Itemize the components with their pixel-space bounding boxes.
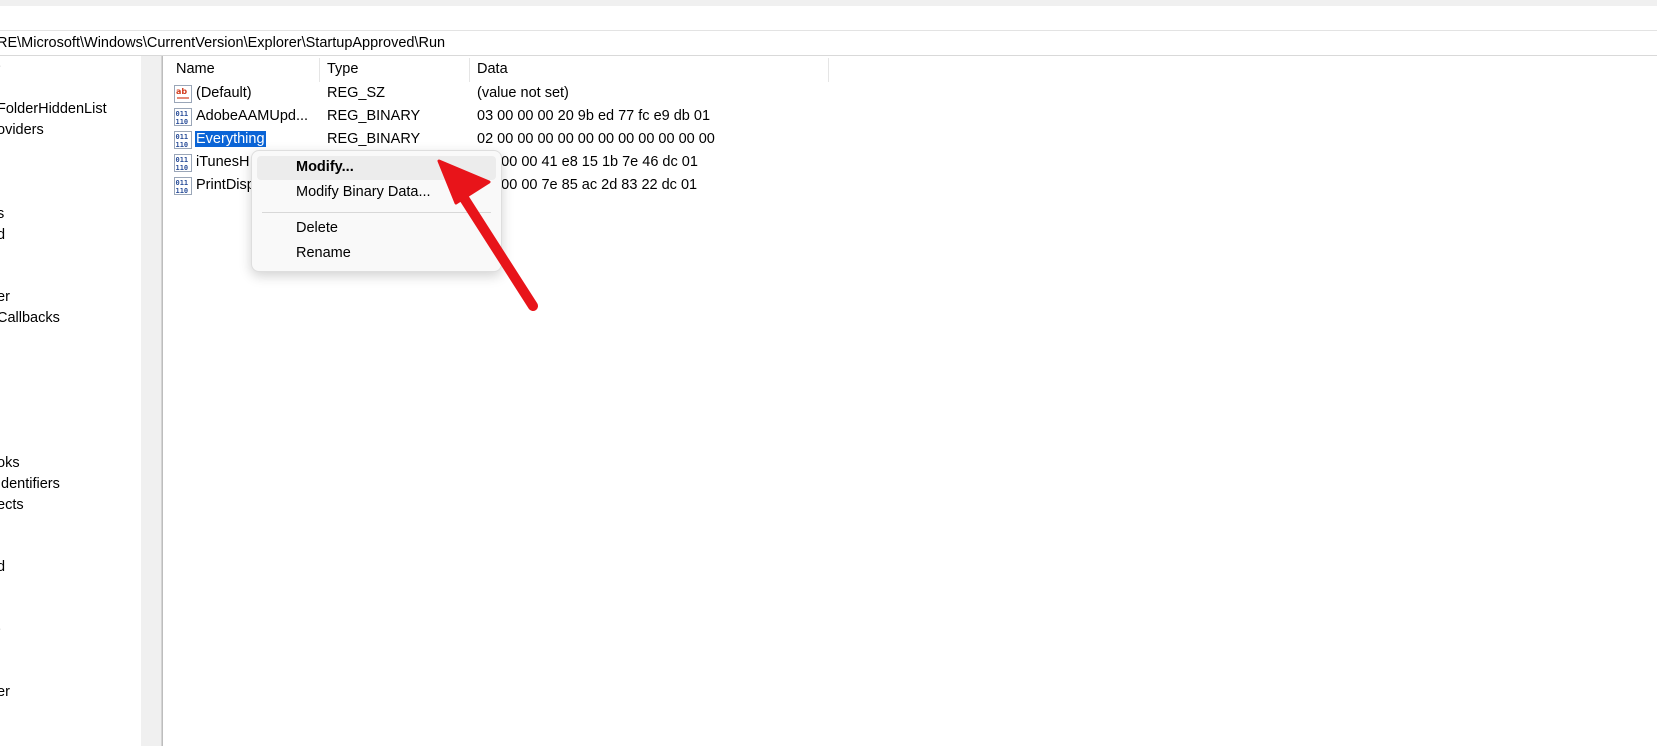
context-menu: Modify... Modify Binary Data... Delete R… xyxy=(251,150,502,272)
svg-text:110: 110 xyxy=(176,141,189,149)
menu-item-rename[interactable]: Rename xyxy=(257,242,496,266)
column-header-label: Type xyxy=(327,61,359,77)
value-data: 03 00 00 00 20 9b ed 77 fc e9 db 01 xyxy=(477,108,711,124)
menu-item-label: Modify... xyxy=(296,159,354,175)
menu-item-modify-binary-data[interactable]: Modify Binary Data... xyxy=(257,181,496,205)
value-type: REG_BINARY xyxy=(327,108,421,124)
svg-text:110: 110 xyxy=(176,118,189,126)
list-item-selected[interactable]: 011 110 Everything REG_BINARY 02 00 00 0… xyxy=(169,128,869,152)
column-header-label: Name xyxy=(176,61,215,77)
tree-item[interactable]: oks xyxy=(0,455,20,471)
svg-text:110: 110 xyxy=(176,187,189,195)
tree-item[interactable]: er xyxy=(0,684,10,700)
value-data: (value not set) xyxy=(477,85,569,101)
tree-item[interactable]: FolderHiddenList xyxy=(0,101,107,117)
tree-item[interactable]: oviders xyxy=(0,122,44,138)
address-bar[interactable]: RE\Microsoft\Windows\CurrentVersion\Expl… xyxy=(0,30,1657,56)
pane-splitter[interactable] xyxy=(162,56,169,746)
tree-item[interactable]: d xyxy=(0,559,5,575)
column-header-name[interactable]: Name xyxy=(169,58,320,82)
binary-value-icon: 011 110 xyxy=(174,154,192,172)
value-data: 00 00 00 41 e8 15 1b 7e 46 dc 01 xyxy=(481,154,698,170)
tree-expander-fragment: › xyxy=(0,621,1,637)
binary-value-icon: 011 110 xyxy=(174,108,192,126)
tree-scrollbar[interactable] xyxy=(141,56,162,746)
tree-item[interactable]: ects xyxy=(0,497,24,513)
tree-pane: › FolderHiddenList oviders s d er Callba… xyxy=(0,56,141,746)
value-name: iTunesH xyxy=(196,154,250,170)
menu-item-label: Rename xyxy=(296,245,351,261)
value-name: Everything xyxy=(195,131,266,147)
tree-item[interactable]: d xyxy=(0,227,5,243)
column-header-data[interactable]: Data xyxy=(470,58,829,82)
svg-text:110: 110 xyxy=(176,164,189,172)
string-value-icon: ab xyxy=(174,85,192,103)
svg-text:ab: ab xyxy=(176,87,187,96)
value-name: AdobeAAMUpd... xyxy=(196,108,309,124)
column-header-label: Data xyxy=(477,61,508,77)
tree-item[interactable]: Identifiers xyxy=(0,476,60,492)
tree-item[interactable]: er xyxy=(0,289,10,305)
value-type: REG_BINARY xyxy=(327,131,421,147)
svg-text:011: 011 xyxy=(176,133,189,141)
menu-separator xyxy=(262,212,491,213)
value-data: 02 00 00 00 00 00 00 00 00 00 00 00 xyxy=(477,131,715,147)
column-header-type[interactable]: Type xyxy=(320,58,470,82)
list-item[interactable]: 011 110 AdobeAAMUpd... REG_BINARY 03 00 … xyxy=(169,105,869,129)
binary-value-icon: 011 110 xyxy=(174,177,192,195)
menu-item-modify[interactable]: Modify... xyxy=(257,156,496,180)
tree-item[interactable]: Callbacks xyxy=(0,310,60,326)
binary-value-icon: 011 110 xyxy=(174,131,192,149)
menu-item-delete[interactable]: Delete xyxy=(257,217,496,241)
svg-text:011: 011 xyxy=(176,156,189,164)
address-path: RE\Microsoft\Windows\CurrentVersion\Expl… xyxy=(0,35,446,51)
menu-item-label: Delete xyxy=(296,220,338,236)
svg-text:011: 011 xyxy=(176,110,189,118)
value-name: (Default) xyxy=(196,85,252,101)
menu-item-label: Modify Binary Data... xyxy=(296,184,431,200)
svg-text:011: 011 xyxy=(176,179,189,187)
tree-item[interactable]: s xyxy=(0,206,4,222)
list-item[interactable]: ab (Default) REG_SZ (value not set) xyxy=(169,82,869,106)
value-name: PrintDisp xyxy=(196,177,255,193)
value-type: REG_SZ xyxy=(327,85,386,101)
tree-expander-fragment: › xyxy=(0,58,1,74)
value-data: 00 00 00 7e 85 ac 2d 83 22 dc 01 xyxy=(481,177,698,193)
menu-area xyxy=(0,6,1657,30)
